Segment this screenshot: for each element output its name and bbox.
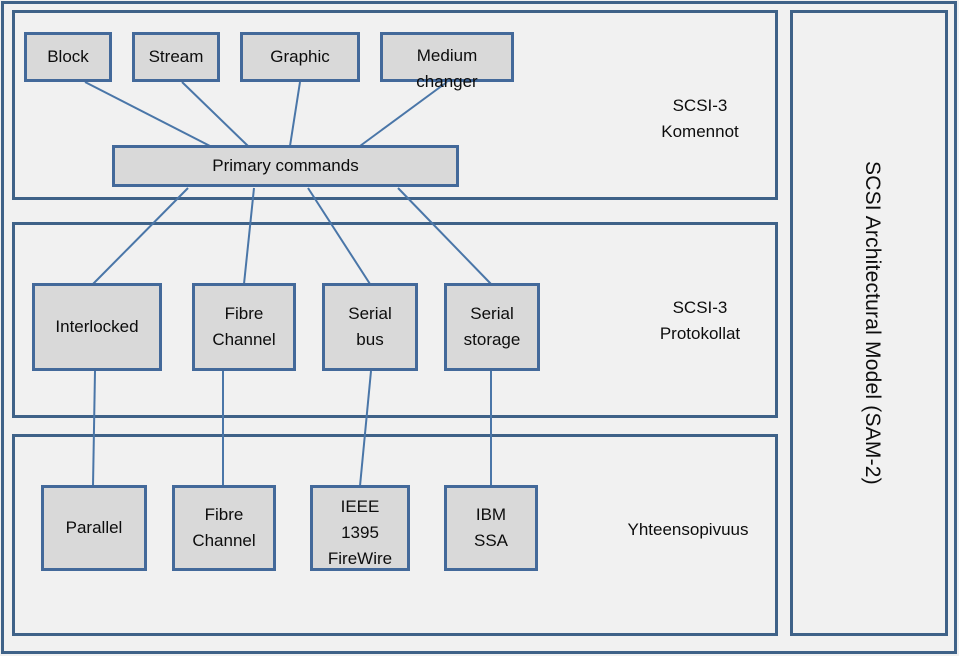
- node-graphic-label: Graphic: [270, 47, 330, 66]
- node-parallel-label: Parallel: [65, 518, 123, 537]
- node-fibre-channel-interconnect[interactable]: Fibre Channel: [172, 485, 276, 571]
- node-stream-label: Stream: [148, 47, 204, 66]
- node-serial-storage[interactable]: Serial storage: [444, 283, 540, 371]
- node-ieee-1395-firewire[interactable]: IEEE 1395 FireWire: [310, 485, 410, 571]
- node-primary-commands-label: Primary commands: [212, 156, 359, 175]
- node-ibm-ssa[interactable]: IBM SSA: [444, 485, 538, 571]
- node-ieee-1395-firewire-label: IEEE 1395 FireWire: [327, 497, 393, 568]
- node-interlocked-label: Interlocked: [55, 317, 139, 336]
- node-ibm-ssa-label: IBM SSA: [473, 505, 509, 550]
- caption-scsi3-commands: SCSI-3 Komennot: [661, 96, 739, 141]
- node-primary-commands[interactable]: Primary commands: [112, 145, 459, 187]
- node-parallel[interactable]: Parallel: [41, 485, 147, 571]
- node-serial-bus-label: Serial bus: [348, 304, 392, 349]
- node-block[interactable]: Block: [24, 32, 112, 82]
- node-serial-bus[interactable]: Serial bus: [322, 283, 418, 371]
- node-fibre-channel-interconnect-label: Fibre Channel: [192, 505, 256, 550]
- vertical-title-wrapper: SCSI Architectural Model (SAM-2): [793, 13, 951, 633]
- node-serial-storage-label: Serial storage: [463, 304, 521, 349]
- scsi-architectural-model-diagram: Block Stream Graphic Medium changer Prim…: [0, 0, 959, 656]
- node-interlocked[interactable]: Interlocked: [32, 283, 162, 371]
- panel-diagram-title: SCSI Architectural Model (SAM-2): [790, 10, 948, 636]
- node-graphic[interactable]: Graphic: [240, 32, 360, 82]
- node-medium-changer[interactable]: Medium changer: [380, 32, 514, 91]
- caption-scsi3-protocols: SCSI-3 Protokollat: [659, 298, 741, 343]
- caption-interconnects: Yhteensopivuus: [627, 520, 749, 539]
- node-medium-changer-label: Medium changer: [416, 46, 478, 91]
- node-fibre-channel-protocol[interactable]: Fibre Channel: [192, 283, 296, 371]
- node-stream[interactable]: Stream: [132, 32, 220, 82]
- diagram-title: SCSI Architectural Model (SAM-2): [861, 161, 884, 485]
- node-fibre-channel-protocol-label: Fibre Channel: [212, 304, 276, 349]
- node-block-label: Block: [47, 47, 89, 66]
